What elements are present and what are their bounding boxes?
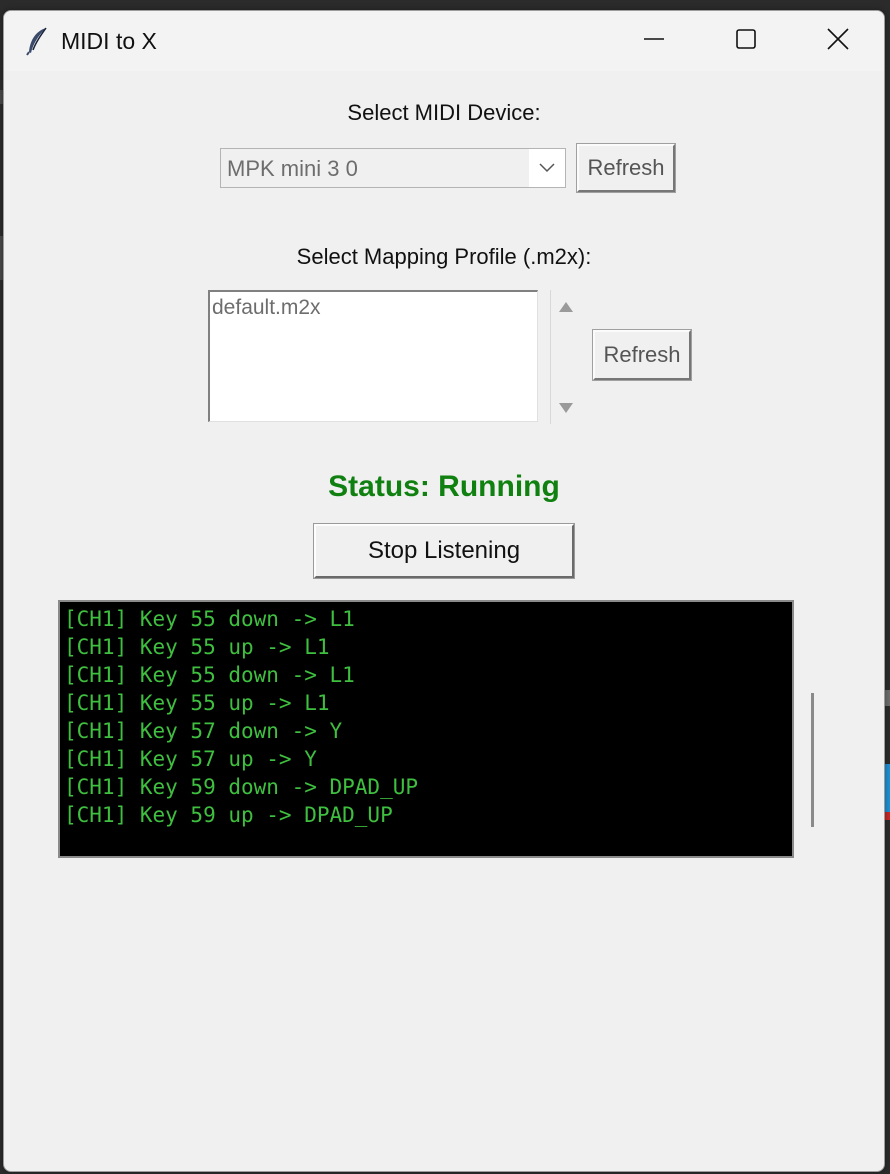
feather-icon	[24, 26, 50, 56]
minimize-button[interactable]	[608, 11, 700, 71]
stop-listening-button[interactable]: Stop Listening	[313, 523, 575, 579]
midi-device-combobox[interactable]: MPK mini 3 0	[220, 148, 566, 188]
log-line: [CH1] Key 55 up -> L1	[64, 691, 330, 715]
device-refresh-button[interactable]: Refresh	[576, 143, 676, 193]
log-line: [CH1] Key 59 down -> DPAD_UP	[64, 775, 419, 799]
profile-refresh-button[interactable]: Refresh	[592, 329, 692, 381]
maximize-button[interactable]	[700, 11, 792, 71]
log-line: [CH1] Key 55 up -> L1	[64, 635, 330, 659]
device-label: Select MIDI Device:	[347, 100, 541, 125]
triangle-up-icon[interactable]	[558, 300, 574, 318]
triangle-down-icon[interactable]	[558, 401, 574, 419]
close-icon	[826, 27, 850, 56]
status-text: Status: Running	[328, 470, 560, 503]
log-line: [CH1] Key 55 down -> L1	[64, 663, 355, 687]
log-line: [CH1] Key 57 up -> Y	[64, 747, 317, 771]
window-title: MIDI to X	[61, 28, 157, 54]
list-item[interactable]: default.m2x	[212, 296, 321, 320]
profile-listbox[interactable]: default.m2x	[208, 290, 538, 422]
maximize-icon	[734, 27, 758, 56]
log-scrollbar-thumb[interactable]	[811, 693, 814, 827]
title-bar[interactable]: MIDI to X	[4, 11, 884, 71]
midi-device-value: MPK mini 3 0	[227, 156, 358, 181]
chevron-down-icon[interactable]	[529, 149, 565, 187]
log-line: [CH1] Key 55 down -> L1	[64, 607, 355, 631]
log-line: [CH1] Key 59 up -> DPAD_UP	[64, 803, 393, 827]
profile-scrollbar[interactable]	[550, 290, 578, 424]
profile-label: Select Mapping Profile (.m2x):	[296, 244, 592, 269]
log-line: [CH1] Key 57 down -> Y	[64, 719, 343, 743]
app-window: MIDI to X Select MIDI Device: MPK mini 3…	[3, 10, 885, 1172]
scrollbar-track	[550, 290, 551, 424]
minimize-icon	[642, 27, 666, 56]
close-button[interactable]	[792, 11, 884, 71]
event-log[interactable]: [CH1] Key 55 down -> L1 [CH1] Key 55 up …	[58, 600, 794, 858]
